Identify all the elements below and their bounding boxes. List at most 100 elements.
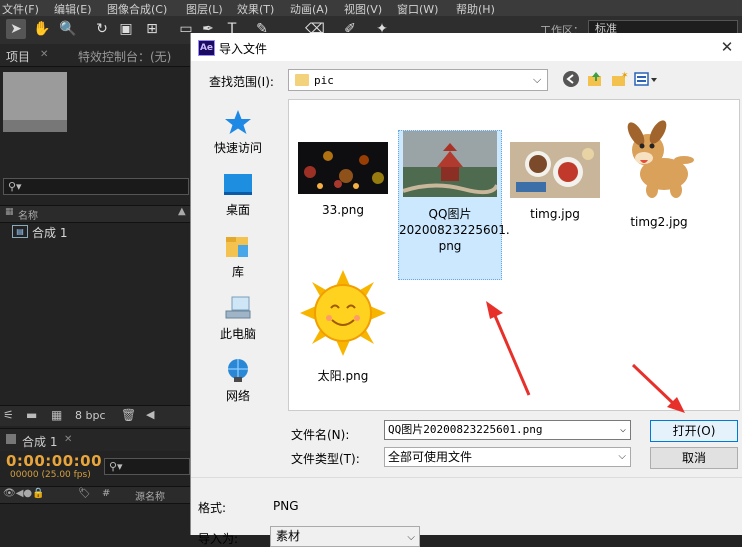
file-item-selected[interactable]: QQ图片 20200823225601. png [398, 130, 510, 280]
comp-tab-icon [6, 434, 16, 444]
comp-name: 合成 1 [32, 226, 68, 240]
label-column-icon: ▦ [5, 207, 14, 217]
tab-close-icon[interactable]: ✕ [40, 49, 48, 60]
place-label: 桌面 [225, 203, 250, 217]
up-folder-button[interactable] [585, 70, 605, 90]
filename-input[interactable]: QQ图片20200823225601.png ⌵ [384, 420, 631, 440]
rotate-tool-icon[interactable]: ↻ [92, 19, 112, 39]
filetype-select[interactable]: 全部可使用文件 ⌵ [384, 447, 631, 467]
star-icon [225, 110, 251, 134]
file-item[interactable]: timg2.jpg [609, 116, 709, 241]
lookin-select[interactable]: pic ⌵ [288, 69, 548, 91]
tab-close-icon[interactable]: ✕ [64, 434, 72, 445]
filetype-label: 文件类型(T): [291, 452, 360, 466]
menu-effect[interactable]: 效果(T) [237, 1, 274, 17]
back-arrow-icon [563, 71, 579, 87]
lookin-value: pic [314, 74, 334, 87]
column-number: # [102, 488, 111, 499]
label-icon: 🏷 [78, 488, 91, 499]
tab-comp[interactable]: 合成 1 [22, 433, 57, 450]
column-source-name: 源名称 [135, 492, 165, 503]
timeline-search-input[interactable]: ⚲▾ [104, 458, 190, 475]
chevron-down-icon[interactable]: ⌵ [620, 421, 626, 439]
import-as-label: 导入为: [198, 532, 239, 546]
file-thumbnail [614, 116, 704, 206]
place-label: 网络 [225, 389, 250, 403]
tab-project[interactable]: 项目 [6, 48, 30, 65]
file-name: 33.png [322, 203, 364, 217]
menu-composition[interactable]: 图像合成(C) [107, 1, 167, 17]
menubar: 文件(F) 编辑(E) 图像合成(C) 图层(L) 效果(T) 动画(A) 视图… [0, 0, 742, 16]
place-label: 此电脑 [219, 327, 256, 341]
places-bar: 快速访问 桌面 库 此电脑 网络 [193, 99, 283, 411]
place-network[interactable]: 网络 [193, 357, 283, 404]
file-item[interactable]: 33.png [293, 142, 393, 237]
view-menu-button[interactable] [633, 70, 659, 90]
timeline-tabs: 合成 1 ✕ [0, 428, 190, 451]
camera-tool-icon[interactable]: ▣ [116, 19, 136, 39]
back-button[interactable] [561, 70, 581, 90]
new-folder-button[interactable]: ✶ [609, 70, 629, 90]
dialog-title: 导入文件 [219, 42, 268, 56]
switches-icon: 👁◀●🔒 [3, 488, 45, 499]
project-search-input[interactable]: ⚲▾ [3, 178, 189, 195]
selection-tool-icon[interactable]: ➤ [6, 19, 26, 39]
divider [191, 477, 742, 478]
cancel-button[interactable]: 取消 [650, 447, 738, 469]
dialog-titlebar: Ae 导入文件 ✕ [191, 33, 742, 61]
import-as-value: 素材 [276, 529, 301, 543]
place-libraries[interactable]: 库 [193, 233, 283, 280]
menu-file[interactable]: 文件(F) [2, 1, 39, 17]
format-value: PNG [273, 499, 299, 513]
menu-window[interactable]: 窗口(W) [397, 1, 438, 17]
menu-view[interactable]: 视图(V) [344, 1, 382, 17]
place-quick-access[interactable]: 快速访问 [193, 109, 283, 156]
file-name-line-1: QQ图片 [428, 207, 472, 221]
file-name: 太阳.png [317, 369, 369, 383]
import-as-select[interactable]: 素材 ⌵ [270, 526, 420, 547]
new-folder-icon[interactable]: ▬ [26, 408, 37, 422]
chevron-down-icon: ⌵ [533, 73, 542, 86]
timecode[interactable]: 0:00:00:00 [6, 452, 102, 470]
fps-readout: 00000 (25.00 fps) [10, 470, 91, 480]
zoom-tool-icon[interactable]: 🔍 [58, 19, 78, 39]
hand-tool-icon[interactable]: ✋ [32, 19, 52, 39]
folder-icon [295, 74, 309, 86]
menu-edit[interactable]: 编辑(E) [54, 1, 92, 17]
menu-layer[interactable]: 图层(L) [186, 1, 223, 17]
close-button[interactable]: ✕ [717, 37, 737, 57]
chevron-down-icon: ⌵ [618, 451, 626, 462]
filename-label: 文件名(N): [291, 428, 350, 442]
file-thumbnail [402, 131, 499, 197]
place-label: 快速访问 [213, 141, 262, 155]
menu-help[interactable]: 帮助(H) [456, 1, 495, 17]
desktop-icon [224, 174, 252, 195]
view-menu-icon [634, 72, 657, 86]
place-this-pc[interactable]: 此电脑 [193, 295, 283, 342]
file-name: timg2.jpg [630, 215, 688, 229]
file-name: timg.jpg [530, 207, 580, 221]
tab-effect-controls[interactable]: 特效控制台：(无) [78, 48, 171, 65]
column-name[interactable]: 名称 [18, 207, 38, 222]
file-thumbnail [510, 142, 600, 198]
place-desktop[interactable]: 桌面 [193, 171, 283, 218]
composition-icon: ▤ [12, 225, 28, 238]
new-comp-icon[interactable]: ▦ [51, 408, 62, 422]
bit-depth[interactable]: 8 bpc [75, 409, 106, 422]
up-folder-icon [588, 72, 601, 86]
menu-animation[interactable]: 动画(A) [290, 1, 328, 17]
trash-icon[interactable]: 🗑 [121, 408, 136, 422]
project-bottom-bar: ⚟ ▬ ▦ 8 bpc 🗑 ◀ [0, 405, 190, 426]
file-item[interactable]: timg.jpg [505, 142, 605, 237]
pan-behind-tool-icon[interactable]: ⊞ [142, 19, 162, 39]
import-file-dialog: Ae 导入文件 ✕ 查找范围(I): pic ⌵ ✶ 快速访问 桌面 库 此电脑… [190, 33, 742, 547]
scroll-left-icon[interactable]: ◀ [146, 408, 154, 421]
project-item-row[interactable]: ▤ 合成 1 [0, 222, 190, 242]
file-item[interactable]: 太阳.png [293, 268, 393, 383]
interpret-footage-icon[interactable]: ⚟ [3, 408, 14, 422]
after-effects-logo-icon: Ae [198, 40, 215, 56]
file-name-line-2: 20200823225601. [399, 223, 510, 237]
project-panel-tabs: 项目 ✕ 特效控制台：(无) [0, 44, 190, 67]
file-name-line-3: png [438, 239, 462, 253]
open-button[interactable]: 打开(O) [650, 420, 738, 442]
